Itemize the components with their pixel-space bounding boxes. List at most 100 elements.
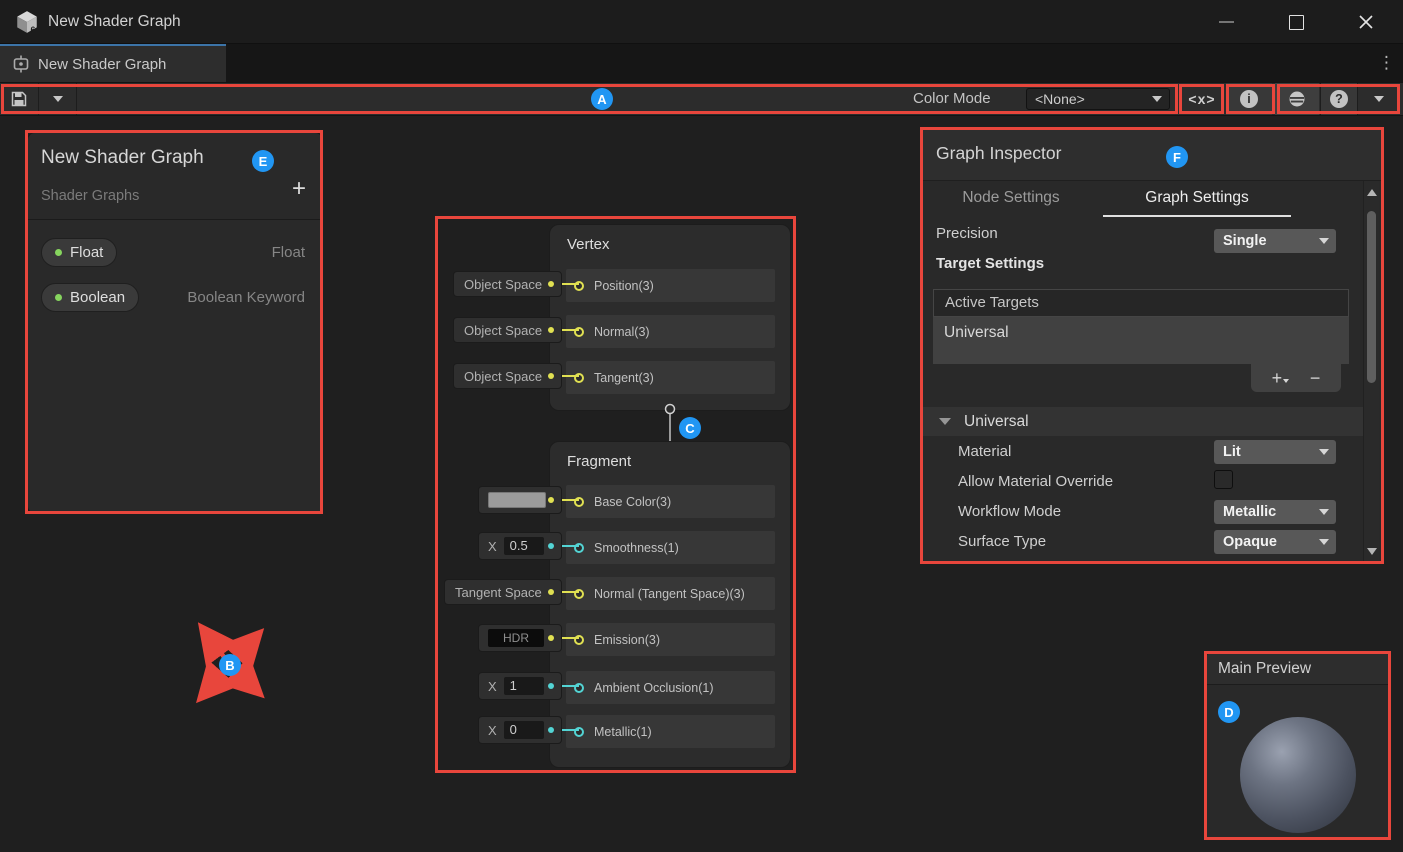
chevron-down-icon <box>1283 379 1289 383</box>
port-label: Emission(3) <box>594 633 660 647</box>
toolbar-more-dropdown[interactable] <box>1358 83 1400 115</box>
port-stub <box>562 329 579 331</box>
tab-graph-settings[interactable]: Graph Settings <box>1103 181 1291 215</box>
port-dot-icon <box>548 635 554 641</box>
tab-node-settings[interactable]: Node Settings <box>932 181 1090 215</box>
blackboard-toggle-button[interactable]: i <box>1226 83 1272 115</box>
tab-new-shader-graph[interactable]: New Shader Graph <box>0 44 226 82</box>
port-icon[interactable] <box>574 373 584 383</box>
fragment-port-normal-ts[interactable]: Normal (Tangent Space)(3) <box>566 577 775 610</box>
port-icon[interactable] <box>574 683 584 693</box>
property-type: Float <box>272 238 305 267</box>
port-stub <box>562 729 579 731</box>
save-asset-button[interactable] <box>0 83 38 115</box>
port-icon[interactable] <box>574 327 584 337</box>
color-mode-value: <None> <box>1027 91 1152 107</box>
color-swatch[interactable] <box>488 492 546 508</box>
space-badge[interactable]: Object Space <box>453 363 562 389</box>
allow-material-override-checkbox[interactable] <box>1214 470 1233 489</box>
vertex-port-normal[interactable]: Normal(3) <box>566 315 775 348</box>
save-options-dropdown[interactable] <box>39 83 76 115</box>
metallic-value-badge: X 0 <box>478 716 562 744</box>
minimize-icon <box>1219 21 1234 23</box>
port-icon[interactable] <box>574 589 584 599</box>
property-pill-boolean[interactable]: Boolean <box>41 283 139 312</box>
save-icon <box>11 91 27 107</box>
port-icon[interactable] <box>574 281 584 291</box>
chevron-down-icon <box>1319 509 1329 515</box>
generated-code-button[interactable]: <x> <box>1181 83 1223 115</box>
minimize-button[interactable] <box>1203 0 1249 44</box>
port-label: Ambient Occlusion(1) <box>594 681 714 695</box>
toolbar-separator <box>76 83 77 115</box>
property-pill-float[interactable]: Float <box>41 238 117 267</box>
fragment-port-base-color[interactable]: Base Color(3) <box>566 485 775 518</box>
info-icon: i <box>1240 90 1258 108</box>
x-label: X <box>479 723 497 738</box>
main-preview-toggle-button[interactable] <box>1275 83 1319 115</box>
help-button[interactable]: ? <box>1321 83 1357 115</box>
vertex-port-position[interactable]: Position(3) <box>566 269 775 302</box>
port-stub <box>562 591 579 593</box>
fragment-node[interactable]: Fragment Base Color(3) Smoothness(1) Nor… <box>549 441 791 768</box>
preview-sphere[interactable] <box>1240 717 1356 833</box>
port-dot-icon <box>548 683 554 689</box>
color-mode-label: Color Mode <box>913 82 991 116</box>
port-label: Metallic(1) <box>594 725 652 739</box>
property-name: Boolean <box>70 289 125 306</box>
inspector-scrollbar[interactable] <box>1363 181 1379 563</box>
active-tab-underline <box>1103 215 1291 217</box>
material-dropdown[interactable]: Lit <box>1214 440 1336 464</box>
vertex-port-tangent[interactable]: Tangent(3) <box>566 361 775 394</box>
fragment-port-smoothness[interactable]: Smoothness(1) <box>566 531 775 564</box>
port-icon[interactable] <box>574 497 584 507</box>
fragment-port-ambient-occlusion[interactable]: Ambient Occlusion(1) <box>566 671 775 704</box>
property-row: Boolean Boolean Keyword <box>28 283 322 312</box>
close-button[interactable] <box>1343 0 1389 44</box>
scroll-down-icon[interactable] <box>1367 548 1377 555</box>
add-target-button[interactable]: + <box>1272 368 1290 389</box>
space-badge[interactable]: Tangent Space <box>444 579 562 605</box>
blackboard-panel: New Shader Graph Shader Graphs + Float F… <box>27 132 323 514</box>
port-dot-icon <box>548 497 554 503</box>
hdr-label[interactable]: HDR <box>488 629 544 647</box>
vertex-node[interactable]: Vertex Position(3) Normal(3) Tangent(3) <box>549 224 791 411</box>
window-title: New Shader Graph <box>48 0 181 44</box>
annotation-badge-d: D <box>1218 701 1240 723</box>
workflow-mode-dropdown[interactable]: Metallic <box>1214 500 1336 524</box>
graph-inspector-panel: Graph Inspector Node Settings Graph Sett… <box>921 128 1383 563</box>
port-icon[interactable] <box>574 635 584 645</box>
base-color-swatch-badge[interactable] <box>478 486 562 514</box>
precision-dropdown[interactable]: Single <box>1214 229 1336 253</box>
universal-foldout[interactable]: Universal <box>922 407 1363 436</box>
add-property-button[interactable]: + <box>292 175 306 203</box>
space-badge[interactable]: Object Space <box>453 271 562 297</box>
port-stub <box>562 545 579 547</box>
fragment-port-emission[interactable]: Emission(3) <box>566 623 775 656</box>
value-input[interactable]: 1 <box>504 677 544 695</box>
fragment-port-metallic[interactable]: Metallic(1) <box>566 715 775 748</box>
port-icon[interactable] <box>574 727 584 737</box>
fragment-node-title: Fragment <box>567 453 631 470</box>
tab-overflow-menu-icon[interactable]: ⋮ <box>1370 44 1403 82</box>
emission-hdr-badge[interactable]: HDR <box>478 624 562 652</box>
remove-target-button[interactable]: − <box>1310 368 1321 389</box>
color-mode-dropdown[interactable]: <None> <box>1026 88 1170 110</box>
port-stub <box>562 375 579 377</box>
scrollbar-thumb[interactable] <box>1367 211 1376 383</box>
blackboard-title: New Shader Graph <box>41 147 204 169</box>
port-icon[interactable] <box>574 543 584 553</box>
active-target-item-universal[interactable]: Universal <box>933 317 1349 364</box>
unity-logo-icon: 6 <box>14 9 40 35</box>
space-badge[interactable]: Object Space <box>453 317 562 343</box>
port-stub <box>562 499 579 501</box>
scroll-up-icon[interactable] <box>1367 189 1377 196</box>
maximize-button[interactable] <box>1273 0 1319 44</box>
value-input[interactable]: 0.5 <box>504 537 544 555</box>
value-input[interactable]: 0 <box>504 721 544 739</box>
port-label: Base Color(3) <box>594 495 671 509</box>
surface-type-dropdown[interactable]: Opaque <box>1214 530 1336 554</box>
port-dot-icon <box>548 727 554 733</box>
port-dot-icon <box>548 281 554 287</box>
chevron-down-icon <box>53 96 63 102</box>
